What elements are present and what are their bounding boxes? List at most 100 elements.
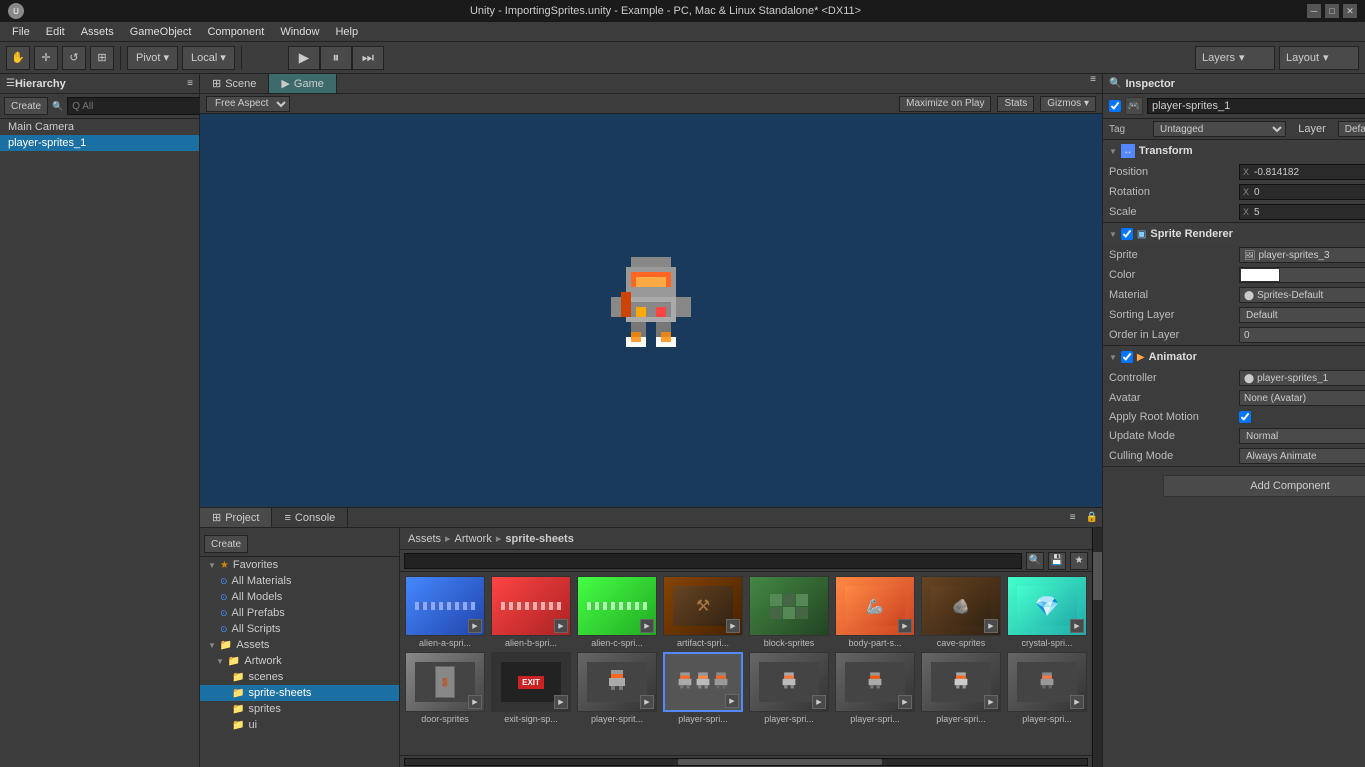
project-search-input[interactable]: [404, 553, 1022, 569]
path-assets[interactable]: Assets: [408, 533, 441, 545]
ui-item[interactable]: 📁 ui: [200, 717, 399, 733]
animator-enabled-checkbox[interactable]: [1121, 351, 1133, 363]
asset-alien-b[interactable]: ▶ alien-b-spri...: [490, 576, 572, 648]
aspect-select[interactable]: Free Aspect: [206, 96, 290, 112]
all-prefabs-item[interactable]: ⊙ All Prefabs: [200, 605, 399, 621]
tag-select[interactable]: Untagged: [1153, 121, 1286, 137]
asset-play-door[interactable]: ▶: [468, 695, 482, 709]
asset-play-alien-a[interactable]: ▶: [468, 619, 482, 633]
asset-play-artifact[interactable]: ▶: [726, 619, 740, 633]
scene-tab[interactable]: ⊞ Scene: [200, 74, 269, 93]
color-swatch[interactable]: [1240, 268, 1280, 282]
close-button[interactable]: ✕: [1343, 4, 1357, 18]
hierarchy-item-main-camera[interactable]: Main Camera: [0, 119, 199, 135]
game-tab[interactable]: ▶ Game: [269, 74, 336, 93]
asset-cave[interactable]: 🪨 ▶ cave-sprites: [920, 576, 1002, 648]
project-tab[interactable]: ⊞ Project: [200, 508, 272, 527]
console-tab[interactable]: ≡ Console: [272, 508, 348, 527]
bottom-panel-lock-icon[interactable]: 🔒: [1082, 512, 1102, 523]
asset-play-player-6[interactable]: ▶: [1070, 695, 1084, 709]
project-create-button[interactable]: Create: [204, 535, 248, 553]
maximize-button[interactable]: □: [1325, 4, 1339, 18]
project-search-button[interactable]: 🔍: [1026, 552, 1044, 570]
maximize-on-play-button[interactable]: Maximize on Play: [899, 96, 991, 112]
artwork-item[interactable]: ▼ 📁 Artwork: [200, 653, 399, 669]
asset-play-player-1[interactable]: ▶: [640, 695, 654, 709]
play-button[interactable]: ▶: [288, 46, 320, 70]
asset-play-player-4[interactable]: ▶: [898, 695, 912, 709]
menu-assets[interactable]: Assets: [73, 24, 122, 40]
asset-artifact[interactable]: ⚒ ▶ artifact-spri...: [662, 576, 744, 648]
viewport-menu-icon[interactable]: ≡: [1084, 74, 1102, 93]
asset-alien-c[interactable]: ▶ alien-c-spri...: [576, 576, 658, 648]
asset-player-1[interactable]: ▶ player-sprit...: [576, 652, 658, 724]
transform-header[interactable]: ▼ ↔ Transform ⚙ ≡: [1103, 140, 1365, 162]
scenes-item[interactable]: 📁 scenes: [200, 669, 399, 685]
asset-play-crystal[interactable]: ▶: [1070, 619, 1084, 633]
asset-alien-a[interactable]: ▶ alien-a-spri...: [404, 576, 486, 648]
culling-mode-select[interactable]: Always Animate: [1239, 448, 1365, 464]
stats-button[interactable]: Stats: [997, 96, 1034, 112]
all-materials-item[interactable]: ⊙ All Materials: [200, 573, 399, 589]
horizontal-scrollbar-thumb[interactable]: [678, 759, 883, 765]
object-name-input[interactable]: [1147, 98, 1365, 114]
animator-header[interactable]: ▼ ▶ Animator ⚙ ≡: [1103, 346, 1365, 368]
update-mode-select[interactable]: Normal: [1239, 428, 1365, 444]
minimize-button[interactable]: ─: [1307, 4, 1321, 18]
project-star-button[interactable]: ★: [1070, 552, 1088, 570]
all-models-item[interactable]: ⊙ All Models: [200, 589, 399, 605]
assets-header[interactable]: ▼ 📁 Assets: [200, 637, 399, 653]
asset-player-6[interactable]: ▶ player-spri...: [1006, 652, 1088, 724]
hierarchy-item-player-sprites[interactable]: player-sprites_1: [0, 135, 199, 151]
asset-play-cave[interactable]: ▶: [984, 619, 998, 633]
local-button[interactable]: Local ▾: [182, 46, 235, 70]
rotation-x-input[interactable]: [1252, 185, 1365, 199]
layout-dropdown[interactable]: Layout ▾: [1279, 46, 1359, 70]
move-tool-button[interactable]: ✛: [34, 46, 58, 70]
add-component-button[interactable]: Add Component: [1163, 475, 1365, 497]
pivot-button[interactable]: Pivot ▾: [127, 46, 178, 70]
position-x-input[interactable]: [1252, 165, 1365, 179]
asset-play-player-5[interactable]: ▶: [984, 695, 998, 709]
project-scrollbar-vertical[interactable]: [1092, 528, 1102, 767]
scale-tool-button[interactable]: ⊞: [90, 46, 114, 70]
apply-root-motion-checkbox[interactable]: [1239, 411, 1251, 423]
asset-door[interactable]: 🚪 ▶ door-sprites: [404, 652, 486, 724]
menu-window[interactable]: Window: [272, 24, 327, 40]
asset-play-player-2[interactable]: ▶: [725, 694, 739, 708]
sprite-renderer-header[interactable]: ▼ ▣ Sprite Renderer ⚙ ≡: [1103, 223, 1365, 245]
asset-body-part[interactable]: 🦾 ▶ body-part-s...: [834, 576, 916, 648]
sprite-renderer-enabled-checkbox[interactable]: [1121, 228, 1133, 240]
menu-file[interactable]: File: [4, 24, 38, 40]
step-button[interactable]: ⏭: [352, 46, 384, 70]
pause-button[interactable]: ⏸: [320, 46, 352, 70]
menu-edit[interactable]: Edit: [38, 24, 73, 40]
project-save-button[interactable]: 💾: [1048, 552, 1066, 570]
hierarchy-search-input[interactable]: [67, 97, 209, 115]
asset-player-5[interactable]: ▶ player-spri...: [920, 652, 1002, 724]
asset-player-3[interactable]: ▶ player-spri...: [748, 652, 830, 724]
bottom-panel-menu-icon[interactable]: ≡: [1064, 512, 1082, 523]
gizmos-button[interactable]: Gizmos ▾: [1040, 96, 1096, 112]
color-field[interactable]: [1239, 267, 1365, 283]
asset-player-4[interactable]: ▶ player-spri...: [834, 652, 916, 724]
layers-dropdown[interactable]: Layers ▾: [1195, 46, 1275, 70]
layer-select[interactable]: Default: [1338, 121, 1365, 137]
menu-help[interactable]: Help: [327, 24, 366, 40]
path-artwork[interactable]: Artwork: [455, 533, 492, 545]
all-scripts-item[interactable]: ⊙ All Scripts: [200, 621, 399, 637]
object-active-checkbox[interactable]: [1109, 100, 1121, 112]
path-sprite-sheets[interactable]: sprite-sheets: [505, 533, 573, 545]
menu-gameobject[interactable]: GameObject: [122, 24, 200, 40]
horizontal-scrollbar-track[interactable]: [404, 758, 1088, 766]
menu-component[interactable]: Component: [199, 24, 272, 40]
asset-play-body[interactable]: ▶: [898, 619, 912, 633]
asset-play-alien-b[interactable]: ▶: [554, 619, 568, 633]
project-scrollbar-thumb[interactable]: [1093, 552, 1102, 600]
scale-x-input[interactable]: [1252, 205, 1365, 219]
asset-play-alien-c[interactable]: ▶: [640, 619, 654, 633]
hierarchy-menu-icon[interactable]: ≡: [187, 78, 193, 89]
sorting-layer-select[interactable]: Default: [1239, 307, 1365, 323]
asset-play-player-3[interactable]: ▶: [812, 695, 826, 709]
hand-tool-button[interactable]: ✋: [6, 46, 30, 70]
